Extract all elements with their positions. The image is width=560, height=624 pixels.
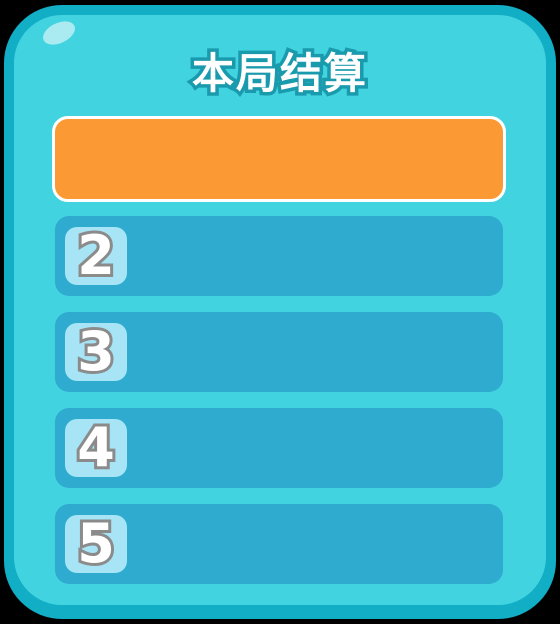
rank-badge: 4 — [65, 416, 127, 480]
rank-number: 3 — [74, 320, 118, 384]
result-row-5: 5 — [55, 504, 503, 584]
result-row-4: 4 — [55, 408, 503, 488]
rank-badge: 2 — [65, 224, 127, 288]
rank-badge: 5 — [65, 512, 127, 576]
rank-number: 2 — [74, 224, 118, 288]
rank-badge: 3 — [65, 320, 127, 384]
results-title: 本局结算 — [188, 46, 369, 102]
rank-number: 4 — [74, 416, 118, 480]
rank-number: 5 — [74, 512, 118, 576]
result-row-3: 3 — [55, 312, 503, 392]
result-row-2: 2 — [55, 216, 503, 296]
result-row-first — [52, 116, 506, 202]
